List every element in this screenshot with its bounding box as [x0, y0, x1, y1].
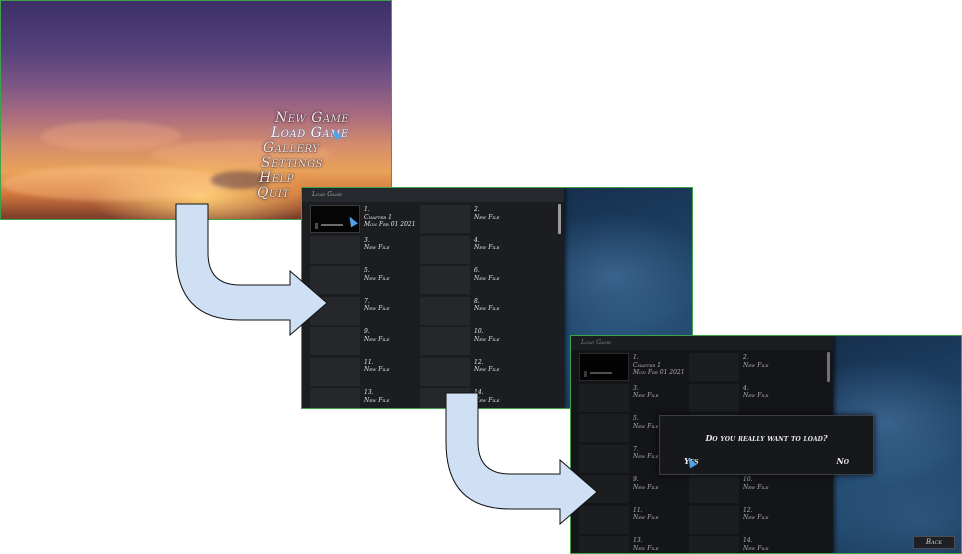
slot-label: 3. — [364, 236, 370, 244]
slot-thumbnail — [420, 235, 470, 264]
save-slot[interactable]: 6.New File — [418, 265, 542, 295]
slot-line1: New File — [474, 244, 500, 251]
slot-line1: New File — [474, 305, 500, 312]
slot-label: 5. — [364, 267, 370, 274]
save-slot[interactable]: 8.New File — [418, 296, 542, 326]
save-slot[interactable]: 4. New File — [418, 235, 542, 265]
panel-header: Load Game — [302, 188, 564, 202]
slot-line1: New File — [364, 366, 390, 373]
slot-label: 8. — [474, 297, 480, 305]
save-slot[interactable]: 12. New File — [418, 357, 542, 387]
menu-item-gallery[interactable]: Gallery — [263, 141, 349, 156]
scrollbar[interactable] — [558, 204, 561, 234]
slot-text: 9. New File — [364, 328, 390, 343]
slot-text: 10. New File — [474, 328, 500, 343]
slot-thumbnail — [420, 357, 470, 386]
slot-label: 6. — [474, 267, 480, 274]
back-button[interactable]: Back — [913, 536, 955, 549]
cloud — [1, 166, 231, 201]
slot-thumbnail — [420, 266, 470, 294]
slot-text: 7. New File — [364, 298, 390, 313]
slot-label: 1. — [364, 206, 370, 213]
slot-line1: New File — [364, 244, 390, 251]
slot-label: 10. — [474, 328, 484, 335]
save-slot[interactable]: 13. New File — [308, 387, 432, 408]
slot-line1: New File — [364, 335, 390, 343]
save-slot[interactable]: 11. New File — [308, 357, 432, 387]
slot-thumbnail — [420, 327, 470, 355]
confirm-load-screenshot: Load Game 1. Chapter 1 Mon Feb 01 2021 2. Ne… — [570, 335, 962, 554]
slot-label: 7. — [364, 297, 370, 305]
slot-label: 2. — [474, 206, 480, 213]
slot-thumbnail — [420, 296, 470, 325]
flow-arrow-icon — [445, 392, 598, 526]
slot-line1: New File — [364, 396, 390, 404]
slot-label: 13. — [364, 389, 374, 396]
save-slot[interactable]: 2. New File — [418, 204, 542, 234]
slot-line1: New File — [364, 305, 390, 312]
slot-line1: New File — [474, 274, 500, 282]
slot-label: 4. — [474, 236, 480, 244]
slot-text: 2. New File — [474, 206, 500, 221]
menu-item-settings[interactable]: Settings — [261, 156, 349, 171]
slot-text: 4. New File — [474, 237, 500, 252]
menu-item-new-game[interactable]: New Game — [275, 111, 349, 126]
slot-text: 13. New File — [364, 389, 390, 404]
flow-arrow-icon — [175, 203, 328, 337]
slot-thumbnail — [420, 205, 470, 233]
dialog-question: Do you really want to load? — [705, 433, 828, 443]
slot-line1: Chapter 1 — [364, 213, 392, 221]
slot-label: 12. — [474, 358, 484, 366]
slot-text: 5. New File — [364, 267, 390, 282]
slot-thumbnail — [310, 357, 360, 386]
slot-text: 12. New File — [474, 359, 500, 374]
save-slot[interactable]: 10. New File — [418, 326, 542, 356]
slot-label: 9. — [364, 328, 370, 335]
no-button[interactable]: No — [836, 456, 849, 466]
slot-line1: New File — [364, 274, 390, 282]
slot-text: 1. Chapter 1 Mon Feb 01 2021 — [364, 206, 416, 229]
slot-text: 6.New File — [474, 267, 500, 282]
menu-item-help[interactable]: Help — [259, 171, 349, 186]
slot-text: 3. New File — [364, 237, 390, 252]
cloud — [41, 121, 181, 151]
slot-line1: New File — [474, 213, 500, 221]
slot-line2: Mon Feb 01 2021 — [364, 221, 416, 228]
slot-thumbnail — [310, 388, 360, 408]
slot-line1: New File — [474, 335, 500, 343]
load-panel: Load Game 1. Chapter 1 Mon Feb 01 2021 2. Ne… — [302, 188, 564, 408]
slot-label: 11. — [364, 358, 374, 366]
slot-text: 8.New File — [474, 298, 500, 313]
slot-text: 11. New File — [364, 359, 390, 374]
slot-line1: New File — [474, 366, 500, 373]
